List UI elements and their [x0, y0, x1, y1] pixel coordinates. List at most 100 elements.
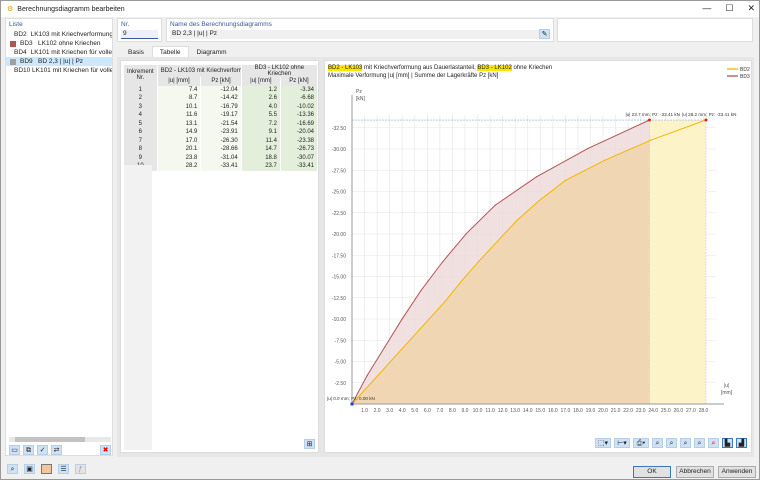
list-item[interactable]: BD2LK103 mit Kriechverformung aus Dauerl…	[6, 30, 112, 39]
x-tick-label: 28.0	[699, 408, 709, 414]
x-tick-label: 12.0	[498, 408, 508, 414]
table-cell[interactable]: 13.1	[157, 120, 201, 129]
list-item[interactable]: BD3LK102 ohne Kriechen	[6, 39, 112, 48]
search-icon[interactable]: ⌕	[7, 464, 18, 474]
table-cell[interactable]: -16.79	[201, 103, 241, 112]
chart-toolbar: ⬚▾ ⊢▾ ⎙▾ ⌕ ⌕ ⌕ ⌕ ⌕ ▙ ▟	[595, 438, 747, 448]
x-tick-label: 9.0	[461, 408, 468, 414]
apply-button[interactable]: Anwenden	[718, 466, 756, 478]
nr-input[interactable]: 9	[121, 30, 158, 39]
zoom-out-icon[interactable]: ⌕	[666, 438, 677, 448]
check-all-icon[interactable]: ✓	[37, 445, 48, 455]
table-cell: 2	[124, 94, 157, 103]
inc-header: InkrementNr.	[124, 65, 157, 86]
settings-icon[interactable]: ☰	[58, 464, 69, 474]
maximize-button[interactable]: ☐	[725, 3, 733, 14]
table-cell[interactable]: 8.7	[157, 94, 201, 103]
table-cell: 8	[124, 145, 157, 154]
table-cell[interactable]: 5.5	[241, 111, 280, 120]
minimize-button[interactable]: —	[702, 3, 711, 14]
table-cell[interactable]: 17.0	[157, 137, 201, 146]
delete-icon[interactable]: ✖	[100, 445, 111, 455]
color-icon[interactable]	[41, 464, 52, 474]
ok-button[interactable]: OK	[633, 466, 671, 478]
copy-icon[interactable]: ⧉	[23, 445, 34, 455]
col-u: |u| [mm]	[157, 77, 201, 86]
print-icon[interactable]: ⎙▾	[633, 438, 649, 448]
table-cell[interactable]: 10.1	[157, 103, 201, 112]
axis-icon[interactable]: ⊢▾	[614, 438, 630, 448]
table-cell[interactable]: 2.6	[241, 94, 280, 103]
edit-name-icon[interactable]: ✎	[539, 29, 550, 39]
table-cell[interactable]: -23.91	[201, 128, 241, 137]
table-cell[interactable]: 7.2	[241, 120, 280, 129]
x-tick-label: 20.0	[598, 408, 608, 414]
close-button[interactable]: ✕	[747, 3, 755, 14]
table-cell[interactable]: -14.42	[201, 94, 241, 103]
origin-marker	[351, 403, 354, 406]
formula-icon[interactable]: ƒ	[75, 464, 86, 474]
table-cell[interactable]: 23.8	[157, 154, 201, 163]
y-tick-label: -12.50	[332, 296, 346, 302]
table-cell[interactable]: -28.66	[201, 145, 241, 154]
table-cell[interactable]: 14.7	[241, 145, 280, 154]
table-cell[interactable]: 4.0	[241, 103, 280, 112]
name-label: Name des Berechnungsdiagramms	[170, 21, 550, 28]
x-tick-label: 5.0	[411, 408, 418, 414]
table-cell[interactable]: -16.69	[280, 120, 317, 129]
y-tick-label: -15.00	[332, 275, 346, 281]
cancel-button[interactable]: Abbrechen	[676, 466, 714, 478]
new-icon[interactable]: ▭	[9, 445, 20, 455]
chart[interactable]: 1.02.03.04.05.06.07.08.09.010.011.012.01…	[325, 61, 753, 454]
list-item[interactable]: BD9BD 2,3 | |u| | Pz	[6, 57, 112, 66]
select-icon[interactable]: ⬚▾	[595, 438, 611, 448]
table-cell[interactable]: -10.02	[280, 103, 317, 112]
table-cell[interactable]: -30.07	[280, 154, 317, 163]
table-cell[interactable]: -26.30	[201, 137, 241, 146]
list-item-code: BD9	[20, 58, 34, 65]
table-cell[interactable]: 20.1	[157, 145, 201, 154]
table-cell[interactable]: -33.41	[201, 162, 241, 171]
list-item[interactable]: BD4LK101 mit Kriechen für volle ULS-Last	[6, 48, 112, 57]
table-cell[interactable]: -12.04	[201, 86, 241, 95]
list-item[interactable]: BD10LK101 mit Kriechen für volle ULS-Las…	[6, 66, 112, 75]
col-p: Pz [kN]	[201, 77, 241, 86]
table-cell[interactable]: 14.9	[157, 128, 201, 137]
table-cell[interactable]: 18.8	[241, 154, 280, 163]
units-icon[interactable]: ▣	[24, 464, 35, 474]
uncheck-icon[interactable]: ⇄	[51, 445, 62, 455]
table-cell[interactable]: -33.41	[280, 162, 317, 171]
table-cell[interactable]: -19.17	[201, 111, 241, 120]
x-axis-unit: [mm]	[721, 390, 733, 396]
zoom-in-icon[interactable]: ⌕	[652, 438, 663, 448]
zoom-reset-icon[interactable]: ⌕	[708, 438, 719, 448]
table-cell[interactable]: 1.2	[241, 86, 280, 95]
col-p: Pz [kN]	[280, 77, 317, 86]
table-cell[interactable]: 7.4	[157, 86, 201, 95]
list-scrollbar[interactable]	[9, 437, 111, 442]
table-cell[interactable]: -23.38	[280, 137, 317, 146]
table-row: 17.4-12.041.2-3.34	[124, 86, 318, 95]
view1-icon[interactable]: ▙	[722, 438, 733, 448]
table-cell[interactable]: -13.36	[280, 111, 317, 120]
app-icon: ⚙	[7, 5, 13, 13]
table-cell[interactable]: -31.04	[201, 154, 241, 163]
data-point	[587, 148, 588, 149]
x-tick-label: 25.0	[661, 408, 671, 414]
view2-icon[interactable]: ▟	[736, 438, 747, 448]
name-input[interactable]: BD 2,3 | |u| | Pz	[170, 30, 540, 39]
table-cell[interactable]: 9.1	[241, 128, 280, 137]
zoom-y-icon[interactable]: ⌕	[694, 438, 705, 448]
data-point	[565, 180, 566, 181]
table-cell[interactable]: 23.7	[241, 162, 280, 171]
table-cell[interactable]: -20.04	[280, 128, 317, 137]
export-icon[interactable]: ⊞	[304, 439, 315, 449]
table-cell[interactable]: 28.2	[157, 162, 201, 171]
table-cell[interactable]: 11.4	[241, 137, 280, 146]
table-cell[interactable]: -21.54	[201, 120, 241, 129]
table-cell[interactable]: -6.68	[280, 94, 317, 103]
table-cell[interactable]: 11.6	[157, 111, 201, 120]
table-cell[interactable]: -26.73	[280, 145, 317, 154]
table-cell[interactable]: -3.34	[280, 86, 317, 95]
zoom-x-icon[interactable]: ⌕	[680, 438, 691, 448]
